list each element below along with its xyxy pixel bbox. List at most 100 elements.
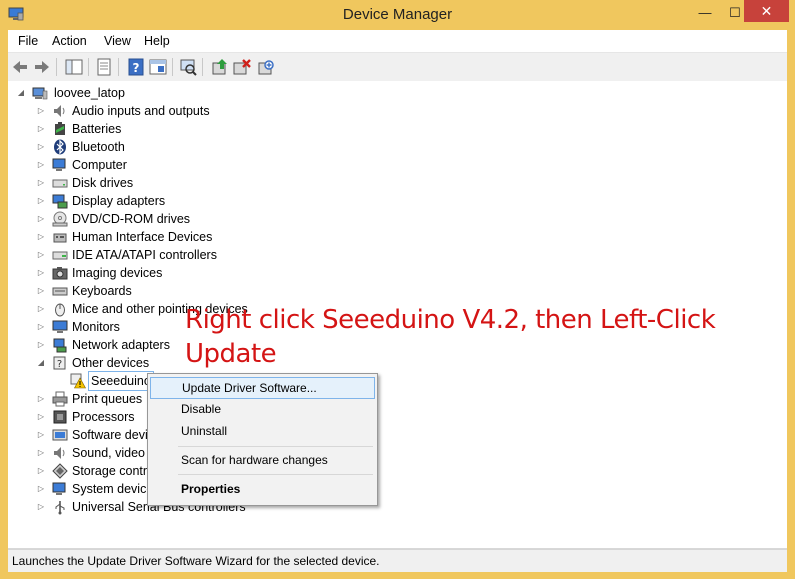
- menu-item-uninstall[interactable]: Uninstall: [150, 421, 375, 443]
- toolbar: ?: [8, 52, 787, 82]
- tree-root-label: loovee_latop: [54, 86, 125, 100]
- menu-item-label: Disable: [181, 402, 222, 416]
- collapse-arrow-icon[interactable]: ◢: [36, 354, 46, 372]
- forward-icon[interactable]: [32, 57, 52, 77]
- expand-arrow-icon[interactable]: ▷: [36, 174, 46, 192]
- menu-separator: [178, 446, 373, 447]
- expand-arrow-icon[interactable]: ▷: [36, 264, 46, 282]
- menu-view[interactable]: View: [104, 34, 131, 48]
- tree-category-label: Monitors: [72, 320, 120, 334]
- menu-item-label: Scan for hardware changes: [181, 453, 328, 467]
- tree-category-label: Software devic: [72, 428, 154, 442]
- expand-arrow-icon[interactable]: ▷: [36, 426, 46, 444]
- expand-arrow-icon[interactable]: ▷: [36, 228, 46, 246]
- expand-arrow-icon[interactable]: ▷: [36, 318, 46, 336]
- menu-bar: File Action View Help: [8, 30, 787, 52]
- context-menu: Update Driver Software... Disable Uninst…: [147, 373, 378, 506]
- menu-item-properties[interactable]: Properties: [150, 479, 375, 501]
- toolbar-separator: [202, 58, 203, 76]
- menu-item-scan-hardware[interactable]: Scan for hardware changes: [150, 450, 375, 472]
- view-icon[interactable]: [148, 57, 168, 77]
- expand-arrow-icon[interactable]: ▷: [36, 120, 46, 138]
- minimize-button[interactable]: —: [690, 2, 720, 24]
- disk-drive-icon: [52, 179, 68, 188]
- expand-arrow-icon[interactable]: ▷: [36, 192, 46, 210]
- bluetooth-icon: [54, 139, 66, 155]
- menu-file[interactable]: File: [18, 34, 38, 48]
- menu-item-label: Properties: [181, 482, 241, 496]
- expand-arrow-icon[interactable]: ▷: [36, 390, 46, 408]
- status-bar: Launches the Update Driver Software Wiza…: [8, 549, 787, 572]
- svg-text:?: ?: [133, 61, 140, 75]
- expand-arrow-icon[interactable]: ▷: [36, 480, 46, 498]
- tree-device-label: Seeeduino: [88, 371, 154, 391]
- toolbar-separator: [56, 58, 57, 76]
- mouse-icon: [55, 303, 65, 317]
- tree-category-label: Sound, video a: [72, 446, 156, 460]
- camera-icon: [52, 267, 68, 280]
- help-icon[interactable]: ?: [126, 57, 146, 77]
- menu-help[interactable]: Help: [144, 34, 170, 48]
- expand-arrow-icon[interactable]: ▷: [36, 138, 46, 156]
- tree-category-label: Disk drives: [72, 176, 134, 190]
- svg-text:?: ?: [57, 359, 62, 370]
- speaker-icon: [54, 105, 65, 117]
- collapse-arrow-icon[interactable]: ◢: [16, 84, 26, 102]
- battery-icon: [55, 122, 65, 135]
- tree-category-label: System device: [72, 482, 154, 496]
- tree-category-label: Processors: [72, 410, 135, 424]
- annotation-line-1: Right click Seeeduino V4.2, then Left-Cl…: [185, 305, 716, 369]
- storage-controller-icon: [52, 463, 68, 479]
- client-area: File Action View Help ? ◢ loovee_latop ▷…: [8, 30, 787, 572]
- display-adapter-icon: [52, 194, 68, 209]
- expand-arrow-icon[interactable]: ▷: [36, 300, 46, 318]
- tree-category-label: Bluetooth: [72, 140, 125, 154]
- menu-item-update-driver[interactable]: Update Driver Software...: [150, 377, 375, 399]
- menu-item-disable[interactable]: Disable: [150, 399, 375, 421]
- tree-category-label: DVD/CD-ROM drives: [72, 212, 191, 226]
- expand-arrow-icon[interactable]: ▷: [36, 282, 46, 300]
- warning-device-icon: [70, 373, 86, 389]
- expand-arrow-icon[interactable]: ▷: [36, 462, 46, 480]
- properties-icon[interactable]: [94, 57, 114, 77]
- system-device-icon: [52, 482, 66, 495]
- tree-category-label: Human Interface Devices: [72, 230, 213, 244]
- tree-category-label: IDE ATA/ATAPI controllers: [72, 248, 217, 262]
- tree-category-label: Keyboards: [72, 284, 132, 298]
- menu-separator: [178, 474, 373, 475]
- tree-category-label: Computer: [72, 158, 127, 172]
- expand-arrow-icon[interactable]: ▷: [36, 210, 46, 228]
- menu-item-label: Uninstall: [181, 424, 228, 438]
- add-legacy-icon[interactable]: [256, 57, 276, 77]
- tree-root[interactable]: ◢ loovee_latop: [16, 84, 216, 102]
- window-title: Device Manager: [342, 6, 453, 23]
- dvd-drive-icon: [52, 211, 68, 227]
- uninstall-icon[interactable]: [232, 57, 252, 77]
- tree-category-label: Print queues: [72, 392, 143, 406]
- expand-arrow-icon[interactable]: ▷: [36, 498, 46, 516]
- title-bar[interactable]: Device Manager — ☐ ✕: [0, 0, 795, 30]
- back-icon[interactable]: [10, 57, 30, 77]
- menu-action[interactable]: Action: [52, 34, 87, 48]
- expand-arrow-icon[interactable]: ▷: [36, 246, 46, 264]
- computer-icon: [52, 158, 66, 171]
- processor-icon: [53, 410, 67, 424]
- show-hide-tree-icon[interactable]: [64, 57, 84, 77]
- tree-category-label: Storage contro: [72, 464, 154, 478]
- tree-category-label: Other devices: [72, 356, 150, 370]
- sound-icon: [54, 447, 65, 459]
- expand-arrow-icon[interactable]: ▷: [36, 408, 46, 426]
- toolbar-separator: [172, 58, 173, 76]
- scan-hardware-icon[interactable]: [178, 57, 198, 77]
- printer-icon: [52, 391, 68, 407]
- expand-arrow-icon[interactable]: ▷: [36, 102, 46, 120]
- update-driver-icon[interactable]: [210, 57, 230, 77]
- expand-arrow-icon[interactable]: ▷: [36, 336, 46, 354]
- monitor-icon: [52, 320, 68, 333]
- status-text: Launches the Update Driver Software Wiza…: [12, 554, 380, 568]
- tree-category-label: Network adapters: [72, 338, 170, 352]
- close-button[interactable]: ✕: [744, 0, 789, 22]
- expand-arrow-icon[interactable]: ▷: [36, 156, 46, 174]
- expand-arrow-icon[interactable]: ▷: [36, 444, 46, 462]
- computer-root-icon: [32, 87, 48, 100]
